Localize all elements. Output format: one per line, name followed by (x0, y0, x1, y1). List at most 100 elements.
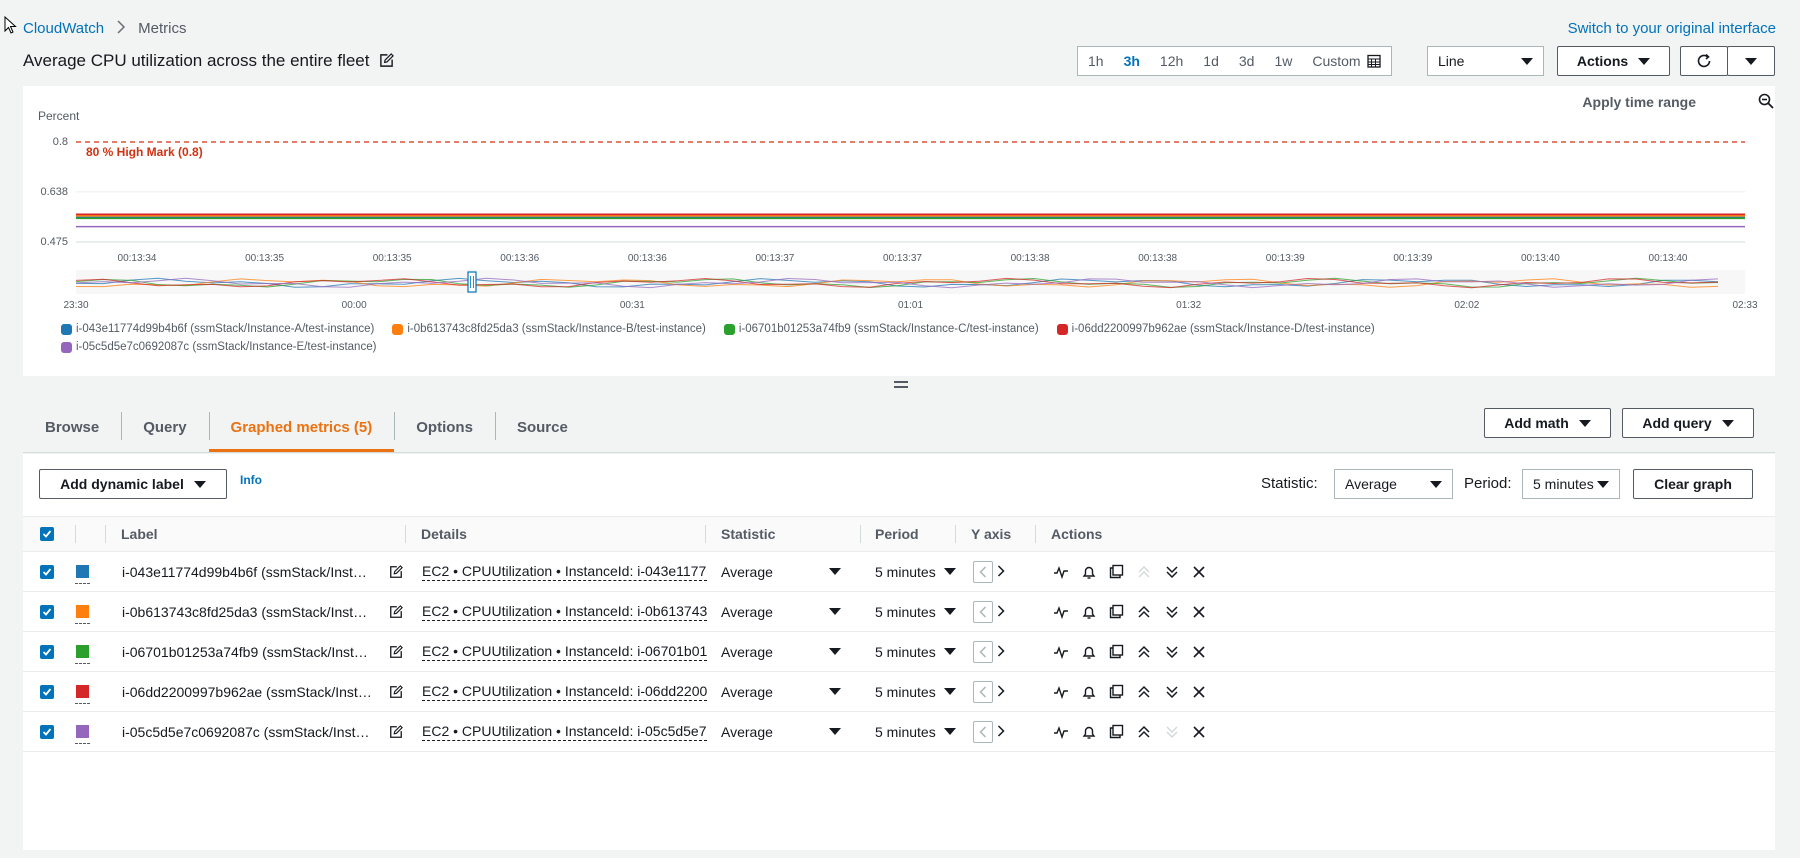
legend-item[interactable]: i-05c5d5e7c0692087c (ssmStack/Instance-E… (61, 339, 376, 355)
row-details[interactable]: EC2 • CPUUtilization • InstanceId: i-043… (422, 562, 707, 581)
y-axis-right-button[interactable] (997, 604, 1005, 620)
duplicate-icon[interactable] (1109, 564, 1124, 579)
alarm-bell-icon[interactable] (1081, 724, 1097, 740)
add-query-button[interactable]: Add query (1622, 408, 1754, 438)
statistic-select[interactable]: Average (1334, 469, 1453, 499)
move-down-icon[interactable] (1164, 604, 1180, 620)
row-details[interactable]: EC2 • CPUUtilization • InstanceId: i-0b6… (422, 602, 707, 621)
series-color-swatch[interactable] (75, 685, 90, 704)
row-checkbox[interactable] (40, 604, 54, 619)
y-axis-left-button[interactable] (973, 640, 993, 663)
header-details[interactable]: Details (421, 517, 467, 551)
statistic-select-value: Average (1345, 476, 1397, 492)
row-statistic-select[interactable]: Average (721, 592, 841, 631)
alarm-bell-icon[interactable] (1081, 604, 1097, 620)
y-axis-right-button[interactable] (997, 644, 1005, 660)
series-color-swatch[interactable] (75, 725, 90, 744)
y-axis-right-button[interactable] (997, 564, 1005, 580)
remove-icon[interactable] (1192, 725, 1206, 739)
move-up-icon[interactable] (1136, 644, 1152, 660)
move-up-icon[interactable] (1136, 604, 1152, 620)
series-color-swatch[interactable] (75, 605, 90, 624)
edit-label-icon[interactable] (389, 604, 403, 619)
select-all-checkbox[interactable] (40, 527, 54, 541)
move-down-icon[interactable] (1164, 564, 1180, 580)
series-color-swatch[interactable] (75, 565, 90, 584)
sparkline-icon[interactable] (1053, 605, 1069, 619)
move-up-icon[interactable] (1136, 564, 1152, 580)
row-details[interactable]: EC2 • CPUUtilization • InstanceId: i-05c… (422, 722, 707, 741)
y-axis-left-button[interactable] (973, 600, 993, 623)
remove-icon[interactable] (1192, 605, 1206, 619)
remove-icon[interactable] (1192, 645, 1206, 659)
row-statistic-select[interactable]: Average (721, 672, 841, 711)
legend-item[interactable]: i-0b613743c8fd25da3 (ssmStack/Instance-B… (392, 321, 706, 337)
duplicate-icon[interactable] (1109, 604, 1124, 619)
period-select[interactable]: 5 minutes (1522, 469, 1620, 499)
y-axis-left-button[interactable] (973, 560, 993, 583)
clear-graph-button[interactable]: Clear graph (1633, 469, 1753, 499)
move-down-icon[interactable] (1164, 684, 1180, 700)
tab-source[interactable]: Source (494, 402, 590, 452)
resize-handle[interactable] (894, 381, 908, 391)
sparkline-icon[interactable] (1053, 565, 1069, 579)
row-period-select[interactable]: 5 minutes (875, 672, 956, 711)
move-up-icon[interactable] (1136, 724, 1152, 740)
header-period[interactable]: Period (875, 517, 919, 551)
series-color-swatch[interactable] (75, 645, 90, 664)
duplicate-icon[interactable] (1109, 684, 1124, 699)
edit-label-icon[interactable] (389, 684, 403, 699)
edit-label-icon[interactable] (389, 644, 403, 659)
move-down-icon[interactable] (1164, 644, 1180, 660)
row-label: i-06701b01253a74fb9 (ssmStack/Inst… (122, 643, 368, 660)
alarm-bell-icon[interactable] (1081, 564, 1097, 580)
edit-label-icon[interactable] (389, 724, 403, 739)
edit-label-icon[interactable] (389, 564, 403, 579)
info-link[interactable]: Info (240, 473, 262, 487)
row-checkbox[interactable] (40, 644, 54, 659)
row-details[interactable]: EC2 • CPUUtilization • InstanceId: i-067… (422, 642, 707, 661)
tab-browse[interactable]: Browse (23, 402, 121, 452)
caret-down-icon (829, 608, 841, 615)
tab-graphed-metrics[interactable]: Graphed metrics (5) (208, 402, 395, 452)
row-statistic-select[interactable]: Average (721, 712, 841, 751)
y-axis-left-button[interactable] (973, 680, 993, 703)
header-y-axis[interactable]: Y axis (971, 517, 1011, 551)
add-math-button[interactable]: Add math (1484, 408, 1611, 438)
remove-icon[interactable] (1192, 565, 1206, 579)
duplicate-icon[interactable] (1109, 724, 1124, 739)
row-checkbox[interactable] (40, 684, 54, 699)
legend-item[interactable]: i-06701b01253a74fb9 (ssmStack/Instance-C… (723, 321, 1039, 337)
row-period-select[interactable]: 5 minutes (875, 592, 956, 631)
add-dynamic-label-button[interactable]: Add dynamic label (39, 469, 227, 499)
row-period-select[interactable]: 5 minutes (875, 552, 956, 591)
header-label[interactable]: Label (121, 517, 158, 551)
row-period-select[interactable]: 5 minutes (875, 632, 956, 671)
tab-options[interactable]: Options (394, 402, 495, 452)
row-statistic: Average (721, 563, 773, 580)
legend-item[interactable]: i-043e11774d99b4b6f (ssmStack/Instance-A… (61, 321, 374, 337)
y-axis-right-button[interactable] (997, 724, 1005, 740)
y-axis-left-button[interactable] (973, 720, 993, 743)
duplicate-icon[interactable] (1109, 644, 1124, 659)
sparkline-icon[interactable] (1053, 685, 1069, 699)
row-period-select[interactable]: 5 minutes (875, 712, 956, 751)
sparkline-icon[interactable] (1053, 645, 1069, 659)
header-statistic[interactable]: Statistic (721, 517, 775, 551)
y-axis-right-button[interactable] (997, 684, 1005, 700)
row-details[interactable]: EC2 • CPUUtilization • InstanceId: i-06d… (422, 682, 707, 701)
sparkline-icon[interactable] (1053, 725, 1069, 739)
row-checkbox[interactable] (40, 564, 54, 579)
row-statistic-select[interactable]: Average (721, 632, 841, 671)
column-divider (105, 525, 106, 543)
remove-icon[interactable] (1192, 685, 1206, 699)
alarm-bell-icon[interactable] (1081, 644, 1097, 660)
row-checkbox[interactable] (40, 724, 54, 739)
overview-brush-handle[interactable] (467, 271, 477, 293)
move-down-icon[interactable] (1164, 724, 1180, 740)
legend-item[interactable]: i-06dd2200997b962ae (ssmStack/Instance-D… (1056, 321, 1375, 337)
alarm-bell-icon[interactable] (1081, 684, 1097, 700)
tab-query[interactable]: Query (121, 402, 208, 452)
row-statistic-select[interactable]: Average (721, 552, 841, 591)
move-up-icon[interactable] (1136, 684, 1152, 700)
